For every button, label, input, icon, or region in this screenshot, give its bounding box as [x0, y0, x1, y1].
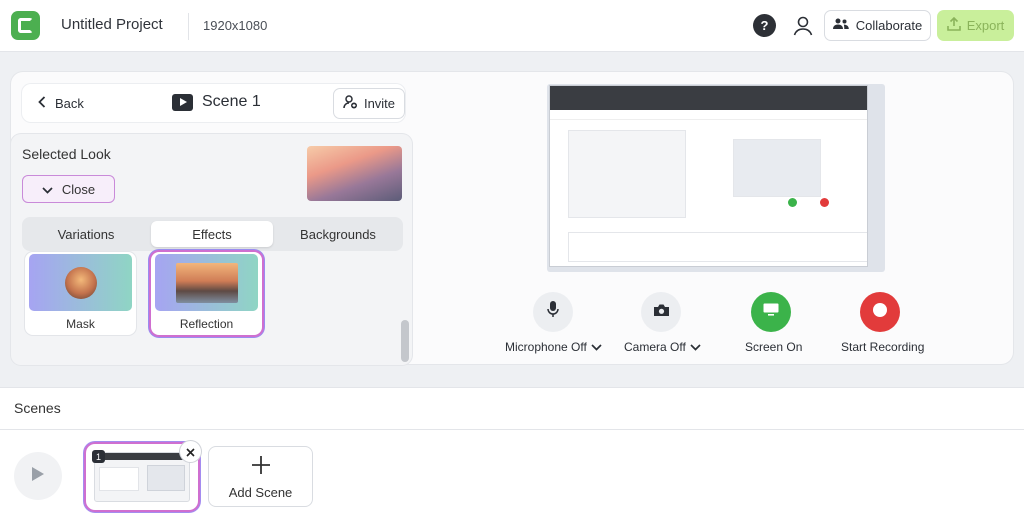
selected-look-thumbnail	[307, 146, 402, 201]
chevron-down-icon	[591, 340, 602, 354]
effect-label: Reflection	[179, 317, 234, 331]
preview-app-bar	[550, 110, 867, 120]
tab-variations[interactable]: Variations	[26, 221, 146, 247]
thumb-chrome	[95, 453, 189, 460]
chevron-left-icon	[38, 96, 46, 111]
help-button[interactable]: ?	[753, 14, 776, 37]
effect-preview	[29, 254, 132, 311]
screen-preview	[549, 85, 868, 267]
effect-preview	[155, 254, 258, 311]
record-label: Start Recording	[841, 340, 925, 354]
scenes-section-label: Scenes	[14, 400, 61, 416]
delete-scene-button[interactable]	[180, 441, 201, 462]
export-button[interactable]: Export	[937, 10, 1014, 41]
camera-button[interactable]	[641, 292, 681, 332]
microphone-button[interactable]	[533, 292, 573, 332]
invite-button[interactable]: Invite	[333, 88, 405, 119]
export-label: Export	[966, 18, 1005, 33]
preview-scenes-strip	[568, 232, 867, 262]
plus-icon	[209, 453, 312, 479]
add-scene-button[interactable]: Add Scene	[208, 446, 313, 507]
logo-icon[interactable]	[11, 11, 40, 40]
scenes-bar	[0, 387, 1024, 430]
screen-button[interactable]	[751, 292, 791, 332]
reflection-preview-image	[175, 262, 238, 303]
close-icon	[186, 444, 195, 460]
thumb-screen	[147, 465, 185, 491]
collaborate-icon	[832, 18, 849, 33]
preview-record-dot	[820, 198, 829, 207]
tab-backgrounds[interactable]: Backgrounds	[277, 221, 399, 247]
invite-icon	[343, 95, 358, 112]
camera-label: Camera Off	[624, 340, 686, 354]
chevron-up-icon	[42, 182, 53, 197]
invite-label: Invite	[363, 96, 396, 111]
collaborate-button[interactable]: Collaborate	[824, 10, 931, 41]
tab-effects[interactable]: Effects	[151, 221, 273, 247]
back-label: Back	[55, 96, 84, 111]
resolution-label: 1920x1080	[203, 18, 268, 33]
camera-icon	[653, 303, 670, 322]
mask-preview-image	[64, 266, 97, 299]
microphone-icon	[547, 301, 559, 323]
scene-number-badge: 1	[92, 450, 105, 463]
preview-screen-dot	[788, 198, 797, 207]
clapper-icon	[172, 93, 193, 111]
project-title[interactable]: Untitled Project	[61, 16, 163, 33]
effect-label: Mask	[66, 317, 95, 331]
close-label: Close	[61, 181, 96, 197]
back-button[interactable]: Back	[38, 96, 84, 111]
camera-dropdown[interactable]: Camera Off	[624, 340, 701, 354]
preview-browser-chrome	[550, 86, 867, 110]
play-icon	[31, 466, 45, 487]
screen-icon	[763, 303, 779, 321]
microphone-dropdown[interactable]: Microphone Off	[505, 340, 602, 354]
scene-thumbnail-preview	[94, 452, 190, 502]
collaborate-label: Collaborate	[855, 18, 923, 33]
chevron-down-icon	[690, 340, 701, 354]
microphone-label: Microphone Off	[505, 340, 587, 354]
preview-nested-screen	[733, 139, 821, 197]
effect-card-mask[interactable]: Mask	[25, 252, 136, 335]
look-tabs: Variations Effects Backgrounds	[22, 217, 403, 251]
thumb-panel	[99, 467, 139, 491]
close-look-button[interactable]: Close	[22, 175, 115, 203]
preview-panel	[568, 130, 686, 218]
record-button[interactable]	[860, 292, 900, 332]
add-scene-label: Add Scene	[228, 485, 293, 500]
scene-title-label: Scene 1	[202, 93, 261, 110]
avatar-icon[interactable]	[789, 12, 816, 39]
play-button[interactable]	[14, 452, 62, 500]
header-divider	[188, 13, 189, 40]
look-scrollbar[interactable]	[401, 320, 409, 362]
screen-label: Screen On	[745, 340, 803, 354]
selected-look-label: Selected Look	[22, 146, 111, 162]
record-icon	[872, 302, 888, 323]
scene-title[interactable]: Scene 1	[172, 93, 261, 111]
export-icon	[946, 16, 961, 34]
effect-card-reflection[interactable]: Reflection	[151, 252, 262, 335]
top-bar: Untitled Project 1920x1080 ? Collaborate…	[0, 0, 1024, 52]
